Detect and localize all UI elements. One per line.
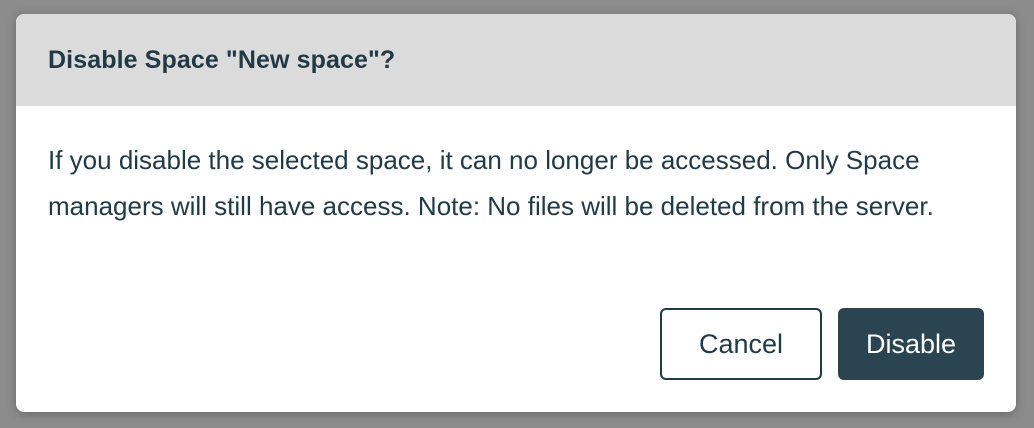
- dialog-title: Disable Space "New space"?: [48, 45, 396, 74]
- dialog-body: If you disable the selected space, it ca…: [16, 106, 1016, 229]
- dialog-header: Disable Space "New space"?: [16, 14, 1016, 106]
- dialog-message: If you disable the selected space, it ca…: [48, 145, 934, 221]
- cancel-button[interactable]: Cancel: [660, 308, 822, 380]
- disable-button[interactable]: Disable: [838, 308, 984, 380]
- disable-space-dialog: Disable Space "New space"? If you disabl…: [16, 14, 1016, 412]
- dialog-actions: Cancel Disable: [660, 308, 984, 380]
